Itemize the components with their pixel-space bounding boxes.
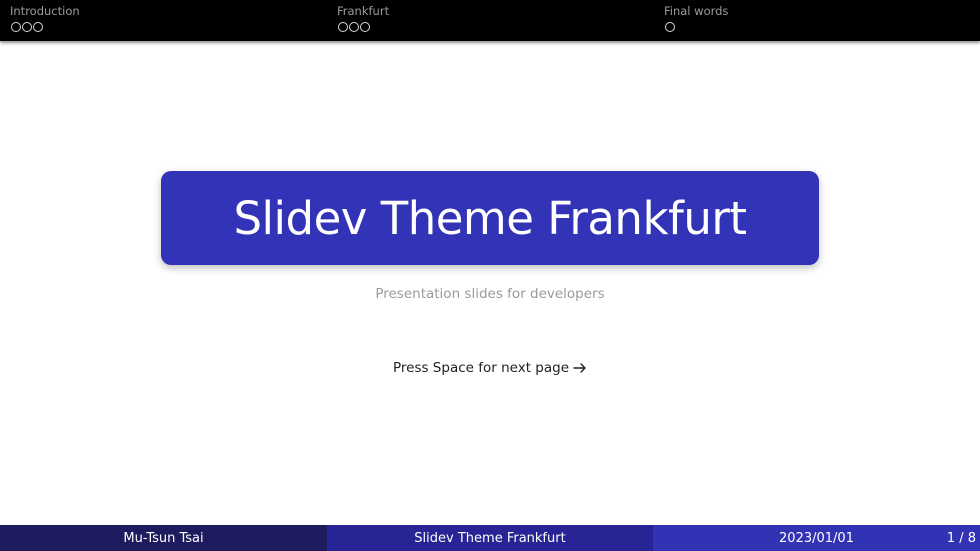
nav-section-label: Final words [664, 4, 729, 18]
slide-dot[interactable] [11, 22, 21, 32]
footer-date-text: 2023/01/01 [779, 530, 854, 546]
slide-dot[interactable] [338, 22, 348, 32]
slide-dot[interactable] [349, 22, 359, 32]
nav-section-label: Introduction [10, 4, 80, 18]
footer-bar: Mu-Tsun Tsai Slidev Theme Frankfurt 2023… [0, 525, 980, 551]
section-navigation-bar: Introduction Frankfurt Final words [0, 0, 980, 41]
slide-title: Slidev Theme Frankfurt [233, 191, 747, 245]
slide-dots [665, 22, 675, 32]
nav-section-introduction[interactable]: Introduction [10, 0, 310, 41]
next-page-link[interactable]: Press Space for next page [393, 360, 587, 376]
arrow-right-icon [573, 361, 587, 375]
footer-author-text: Mu-Tsun Tsai [123, 530, 204, 546]
nav-section-final-words[interactable]: Final words [664, 0, 964, 41]
slide-dots [11, 22, 43, 32]
page-number: 1 / 8 [946, 530, 976, 546]
slide-subtitle: Presentation slides for developers [375, 286, 605, 302]
footer-title: Slidev Theme Frankfurt [327, 525, 653, 551]
next-page-label: Press Space for next page [392, 360, 570, 376]
nav-section-frankfurt[interactable]: Frankfurt [337, 0, 637, 41]
slide-dot[interactable] [22, 22, 32, 32]
nav-section-label: Frankfurt [337, 4, 390, 18]
slide-dots [338, 22, 370, 32]
slide-dot[interactable] [33, 22, 43, 32]
title-box: Slidev Theme Frankfurt [161, 171, 819, 265]
footer-author: Mu-Tsun Tsai [0, 525, 327, 551]
slide-dot[interactable] [360, 22, 370, 32]
footer-title-text: Slidev Theme Frankfurt [414, 530, 566, 546]
next-page-area: Press Space for next page [0, 360, 980, 376]
footer-date: 2023/01/01 1 / 8 [653, 525, 980, 551]
slide-dot[interactable] [665, 22, 675, 32]
